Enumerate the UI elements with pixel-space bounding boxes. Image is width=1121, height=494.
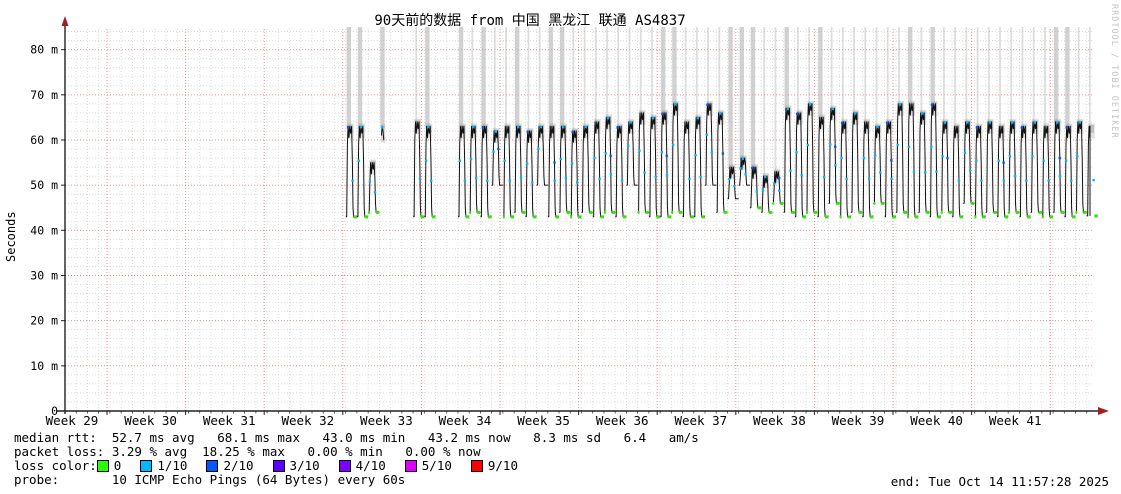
loss-color-label: loss color: [14, 458, 97, 473]
stat-probe: probe: 10 ICMP Echo Pings (64 Bytes) eve… [14, 472, 406, 487]
loss-legend-label-4: 4/10 [355, 458, 386, 473]
y-tick-7: 70 m [30, 88, 58, 102]
axes-layer [57, 16, 1109, 415]
x-tick-week-29: Week 29 [46, 413, 99, 428]
loss-legend-entry-5: 5/10 [404, 458, 452, 473]
y-tick-8: 80 m [30, 43, 58, 57]
end-timestamp: end: Tue Oct 14 11:57:28 2025 [890, 474, 1109, 489]
latency-plot: 010 m20 m30 m40 m50 m60 m70 m80 mWeek 29… [30, 16, 1109, 428]
y-tick-1: 10 m [30, 359, 58, 373]
x-tick-week-40: Week 40 [910, 413, 963, 428]
loss-legend-label-6: 9/10 [487, 458, 518, 473]
smokeping-graph: 90天前的数据 from 中国 黑龙江 联通 AS4837 RRDTOOL / … [0, 0, 1121, 494]
y-tick-2: 20 m [30, 314, 58, 328]
legend-loss-color: loss color: 0 1/10 2/10 3/10 4/10 5/10 9/10 [14, 459, 699, 473]
stat-packet-loss: packet loss: 3.29 % avg 18.25 % max 0.00… [14, 444, 481, 459]
stat-median-rtt: median rtt: 52.7 ms avg 68.1 ms max 43.0… [14, 430, 699, 445]
y-tick-5: 50 m [30, 178, 58, 192]
y-tick-4: 40 m [30, 223, 58, 237]
loss-color-swatch-3 [272, 460, 285, 472]
x-tick-week-34: Week 34 [439, 413, 492, 428]
x-tick-week-36: Week 36 [596, 413, 649, 428]
axis-tick-labels: 010 m20 m30 m40 m50 m60 m70 m80 mWeek 29… [30, 43, 1041, 428]
grid-layer [65, 27, 1093, 411]
loss-legend-label-2: 2/10 [223, 458, 254, 473]
loss-color-swatch-2 [206, 460, 219, 472]
loss-legend-entry-3: 3/10 [272, 458, 320, 473]
y-tick-3: 30 m [30, 268, 58, 282]
x-tick-week-41: Week 41 [989, 413, 1042, 428]
loss-color-swatch-1 [140, 460, 153, 472]
stats-block: median rtt: 52.7 ms avg 68.1 ms max 43.0… [14, 431, 699, 487]
x-tick-week-38: Week 38 [753, 413, 806, 428]
loss-legend-entry-2: 2/10 [206, 458, 254, 473]
loss-legend-label-3: 3/10 [289, 458, 320, 473]
loss-legend-entry-6: 9/10 [470, 458, 518, 473]
loss-legend-entry-0: 0 [96, 458, 122, 473]
x-tick-week-37: Week 37 [674, 413, 727, 428]
loss-color-swatch-6 [470, 460, 483, 472]
loss-legend-entry-4: 4/10 [338, 458, 386, 473]
loss-legend-label-1: 1/10 [157, 458, 188, 473]
x-tick-week-39: Week 39 [832, 413, 885, 428]
loss-color-swatch-4 [338, 460, 351, 472]
loss-legend-entry-1: 1/10 [140, 459, 187, 473]
y-tick-6: 60 m [30, 133, 58, 147]
x-tick-week-33: Week 33 [360, 413, 413, 428]
x-tick-week-31: Week 31 [203, 413, 256, 428]
x-tick-week-30: Week 30 [124, 413, 177, 428]
loss-legend-label-5: 5/10 [421, 458, 452, 473]
x-tick-week-35: Week 35 [517, 413, 570, 428]
loss-color-swatch-0 [96, 460, 109, 472]
x-tick-week-32: Week 32 [281, 413, 334, 428]
loss-color-swatch-5 [404, 460, 417, 472]
loss-legend-label-0: 0 [113, 458, 122, 473]
